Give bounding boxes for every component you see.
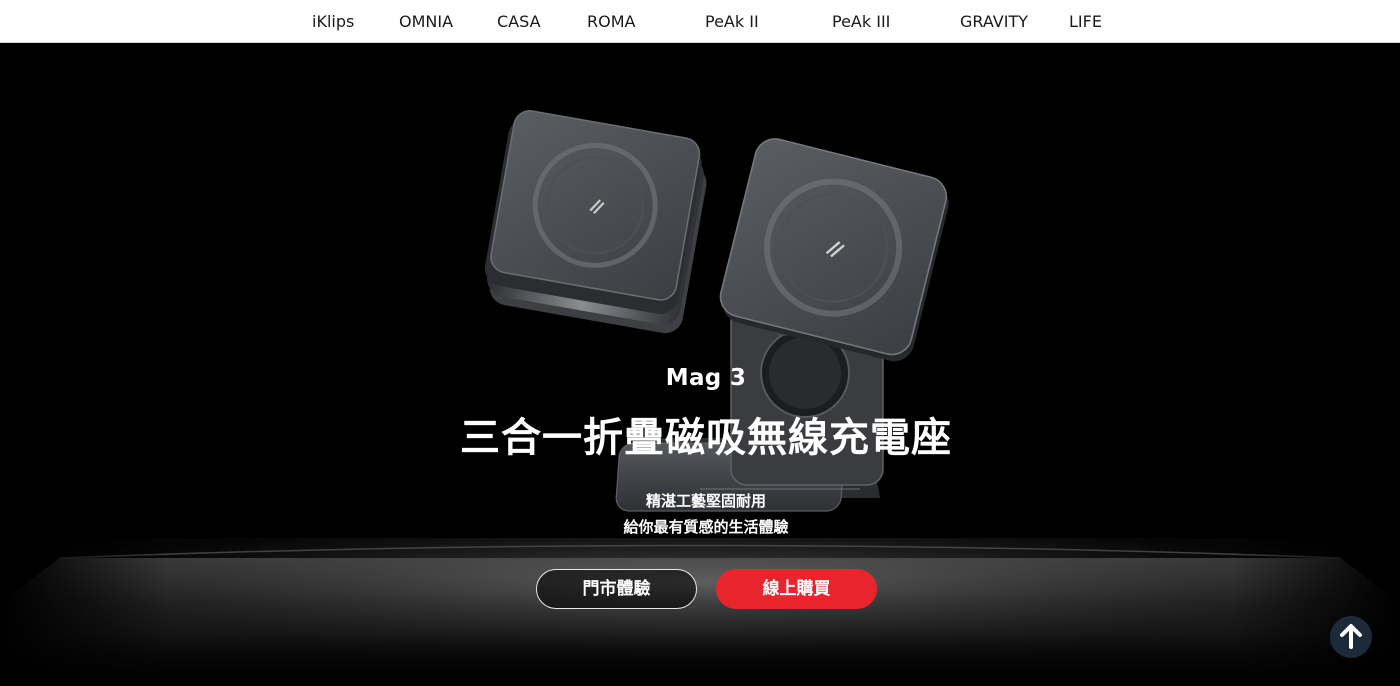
nav-item-casa[interactable]: CASA (497, 0, 541, 43)
top-nav: iKlips OMNIA CASA ROMA PeAk II PeAk III … (0, 0, 1400, 43)
nav-item-omnia[interactable]: OMNIA (399, 0, 453, 43)
product-model-name: Mag 3 (665, 365, 747, 391)
nav-item-roma[interactable]: ROMA (587, 0, 635, 43)
hero-title: 三合一折疊磁吸無線充電座 (460, 415, 952, 461)
page: iKlips OMNIA CASA ROMA PeAk II PeAk III … (0, 0, 1400, 686)
folded-charger (484, 110, 707, 334)
hero-subtitle-line2: 給你最有質感的生活體驗 (623, 518, 789, 536)
nav-item-iklips[interactable]: iKlips (312, 0, 354, 43)
nav-item-peak-iii[interactable]: PeAk III (832, 0, 890, 43)
scroll-to-top-button[interactable] (1330, 616, 1372, 658)
hero-banner: Mag 3 三合一折疊磁吸無線充電座 精湛工藝堅固耐用 給你最有質感的生活體驗 … (0, 43, 1400, 686)
nav-item-life[interactable]: LIFE (1069, 0, 1102, 43)
nav-item-peak-ii[interactable]: PeAk II (705, 0, 759, 43)
store-experience-button[interactable]: 門市體驗 (536, 569, 697, 609)
hero-subtitle-line1: 精湛工藝堅固耐用 (645, 492, 766, 510)
arrow-up-icon (1340, 624, 1362, 649)
buy-online-button[interactable]: 線上購買 (716, 569, 877, 609)
nav-item-gravity[interactable]: GRAVITY (960, 0, 1028, 43)
